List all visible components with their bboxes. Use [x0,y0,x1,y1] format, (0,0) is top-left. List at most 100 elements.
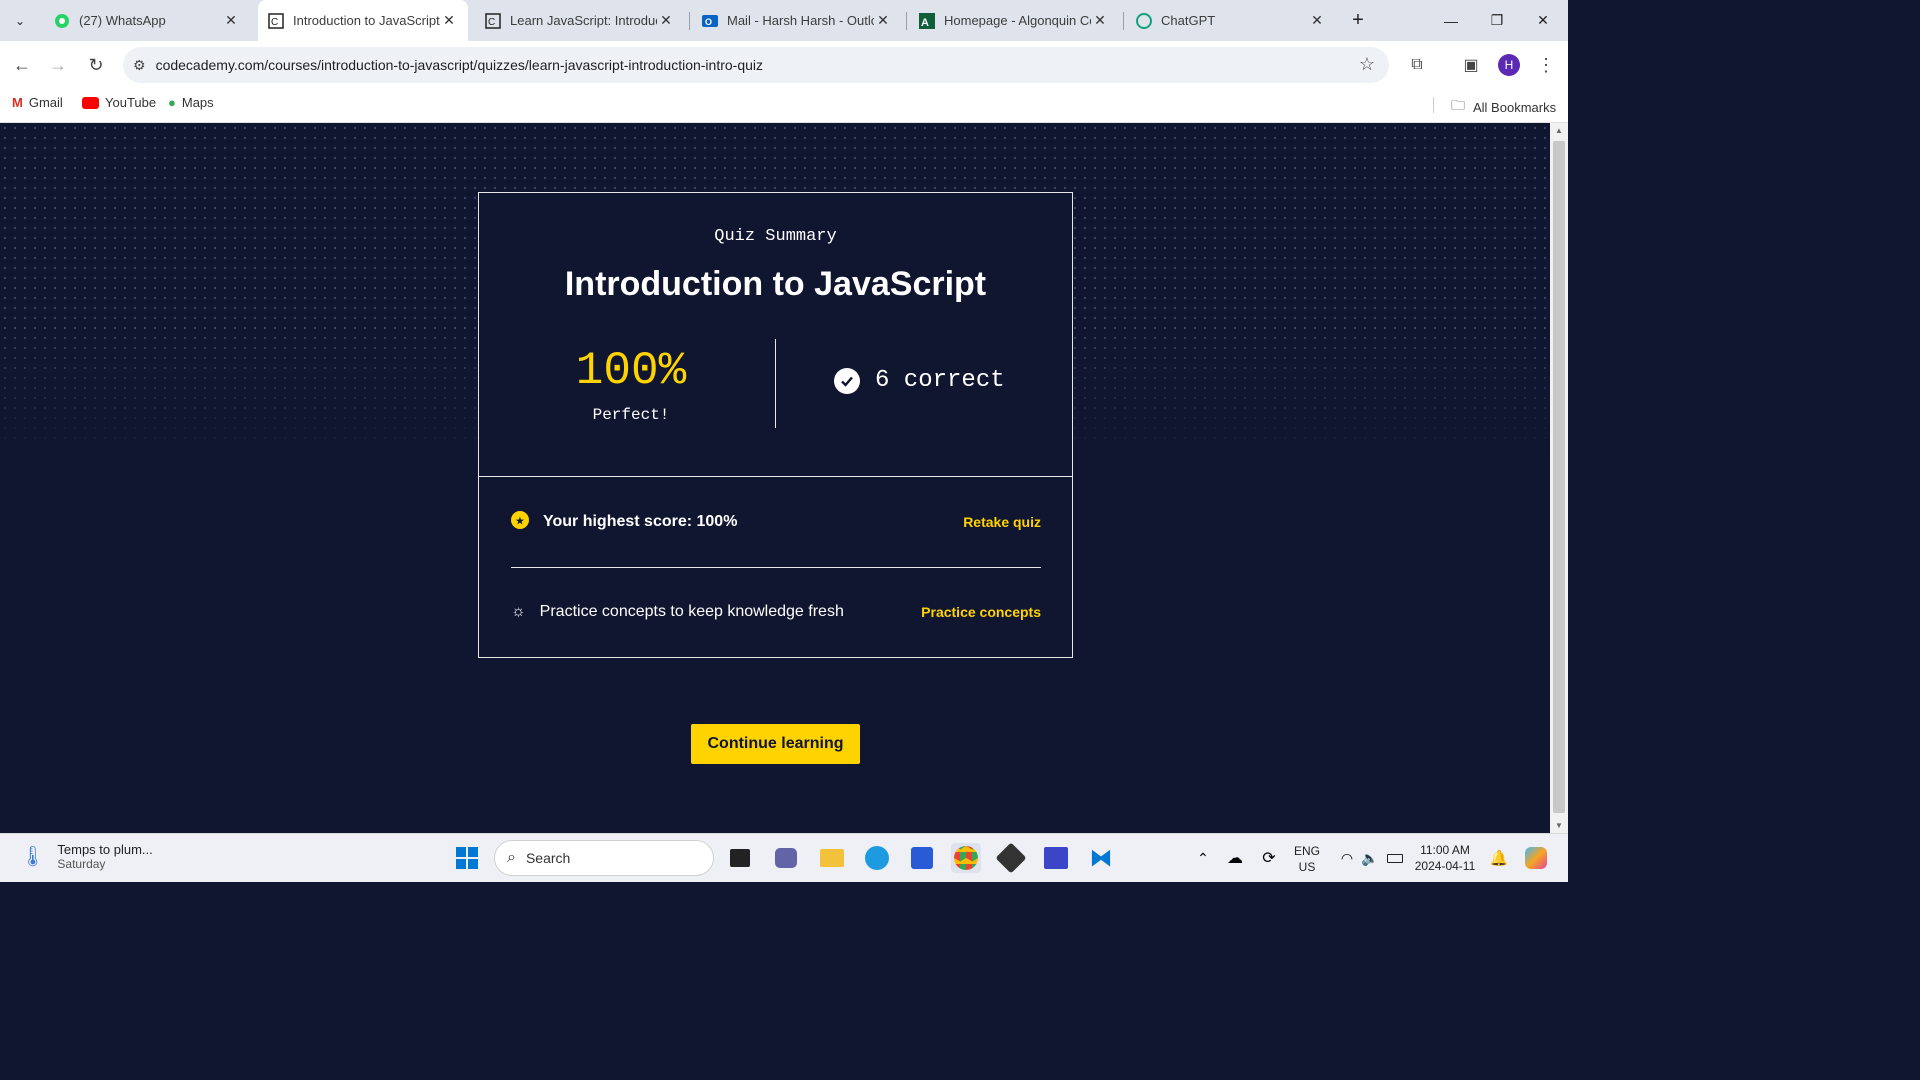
close-icon[interactable]: ✕ [657,12,675,29]
folder-icon [820,849,844,867]
tray-onedrive[interactable]: ☁ [1220,843,1250,873]
tab-separator [906,12,907,30]
retake-quiz-link[interactable]: Retake quiz [963,514,1041,530]
copilot-icon [1525,847,1547,869]
tab-separator [689,12,690,30]
codecademy-icon: C [485,12,501,29]
practice-concepts-link[interactable]: Practice concepts [921,604,1041,620]
tab-learn-javascript[interactable]: C Learn JavaScript: Introducti ✕ [475,0,685,41]
minimize-button[interactable]: — [1428,0,1474,41]
taskbar-task-view[interactable] [725,843,755,873]
omnibox[interactable]: ⚙ codecademy.com/courses/introduction-to… [123,47,1389,83]
tab-chatgpt[interactable]: ChatGPT ✕ [1126,0,1336,41]
close-window-button[interactable]: ✕ [1520,0,1566,41]
bookmark-gmail[interactable]: M Gmail [12,95,63,110]
taskbar-edge[interactable] [862,843,892,873]
all-bookmarks[interactable]: 🗀 All Bookmarks [1451,95,1556,119]
reload-button[interactable]: ↻ [80,49,112,81]
close-icon[interactable]: ✕ [1308,12,1326,29]
tab-outlook-mail[interactable]: O Mail - Harsh Harsh - Outlo ✕ [692,0,902,41]
windows-icon [456,847,478,869]
tab-search-button[interactable]: ⌄ [0,0,40,41]
practice-row: ☼ Practice concepts to keep knowledge fr… [511,601,1041,623]
scroll-up-icon[interactable]: ▲ [1555,126,1563,135]
puzzle-icon: ⧉ [1411,56,1423,73]
tab-title: Introduction to JavaScript | [293,13,440,28]
scrollbar-thumb[interactable] [1553,141,1565,813]
svg-text:A: A [921,17,929,29]
url-text[interactable]: codecademy.com/courses/introduction-to-j… [156,57,763,73]
new-tab-button[interactable]: + [1340,0,1376,41]
taskbar-app[interactable] [995,842,1027,874]
maps-icon: ● [168,95,176,110]
highest-score-text: Your highest score: 100% [543,513,738,530]
algonquin-icon: A [919,12,935,29]
scroll-down-icon[interactable]: ▼ [1555,821,1563,830]
tray-notifications[interactable]: 🔔 [1484,843,1514,873]
check-circle-icon [834,367,860,394]
correct-text: 6 correct [875,367,1005,394]
task-view-icon [730,849,750,867]
tab-algonquin[interactable]: A Homepage - Algonquin Co ✕ [909,0,1119,41]
taskbar-vscode[interactable]: ⧓ [1086,843,1116,873]
taskbar-teams[interactable] [771,843,801,873]
bookmark-label: YouTube [105,95,157,110]
language-code: ENG [1293,844,1320,858]
forward-button[interactable]: → [42,49,74,81]
page-title: Introduction to JavaScript [564,265,987,303]
battery-icon [1387,853,1403,863]
bookmarks-separator [1433,97,1434,113]
clock[interactable]: 11:00 AM 2024-04-11 [1412,842,1478,874]
tray-copilot[interactable] [1521,843,1551,873]
restore-button[interactable]: ❐ [1474,0,1520,41]
menu-button[interactable]: ⋮ [1530,49,1562,81]
bell-icon: 🔔 [1489,850,1509,867]
side-panel-button[interactable]: ▣ [1455,49,1487,81]
scrollbar[interactable]: ▲ ▼ [1550,123,1568,833]
bookmark-label: Gmail [28,95,63,110]
tab-whatsapp[interactable]: (27) WhatsApp ✕ [42,0,252,41]
continue-learning-button[interactable]: Continue learning [691,724,860,764]
close-icon[interactable]: ✕ [874,12,892,29]
close-icon[interactable]: ✕ [1091,12,1109,29]
start-button[interactable] [452,843,482,873]
star-icon[interactable]: ☆ [1359,54,1375,75]
tab-introduction-to-javascript[interactable]: C Introduction to JavaScript | ✕ [258,0,468,41]
bookmark-youtube[interactable]: YouTube [82,95,156,110]
tab-title: Mail - Harsh Harsh - Outlo [727,13,874,28]
tray-battery[interactable] [1380,843,1410,873]
tab-bar: ⌄ (27) WhatsApp ✕ C Introduction to Java… [0,0,1568,41]
taskbar-file-explorer[interactable] [817,843,847,873]
site-info-icon[interactable]: ⚙ [133,57,146,74]
taskbar-chrome[interactable] [951,843,981,873]
edge-icon [865,846,889,870]
chatgpt-icon [1136,12,1152,29]
close-icon[interactable]: ✕ [222,12,240,29]
chrome-icon [954,846,978,870]
quiz-summary-header: Quiz Summary Introduction to JavaScript … [479,193,1072,477]
extensions-button[interactable]: ⧉ [1401,49,1433,81]
close-icon: ✕ [1537,12,1549,28]
search-icon: ⌕ [507,849,516,866]
back-button[interactable]: ← [6,49,38,81]
tray-overflow[interactable]: ⌃ [1188,843,1218,873]
tray-sync[interactable]: ⟳ [1254,843,1284,873]
tab-separator [1123,12,1124,30]
profile-button[interactable]: H [1493,49,1525,81]
editor-icon [1044,847,1068,869]
weather-subtitle: Saturday [57,857,106,871]
weather-widget[interactable]: 🌡 Temps to plum... Saturday [20,842,153,871]
bookmarks-bar: M Gmail YouTube ● Maps 🗀 All Bookmarks [0,89,1568,123]
store-icon [911,847,933,869]
whatsapp-icon [54,13,70,29]
close-icon[interactable]: ✕ [440,12,458,29]
taskbar-editor[interactable] [1041,843,1071,873]
tab-title: (27) WhatsApp [79,13,166,28]
svg-text:★: ★ [515,514,525,527]
taskbar-search[interactable]: ⌕ Search [494,840,714,876]
outlook-icon: O [702,13,718,29]
reload-icon: ↻ [88,54,104,75]
language-indicator[interactable]: ENG US [1290,843,1324,875]
bookmark-maps[interactable]: ● Maps [168,95,214,110]
taskbar-store[interactable] [907,843,937,873]
